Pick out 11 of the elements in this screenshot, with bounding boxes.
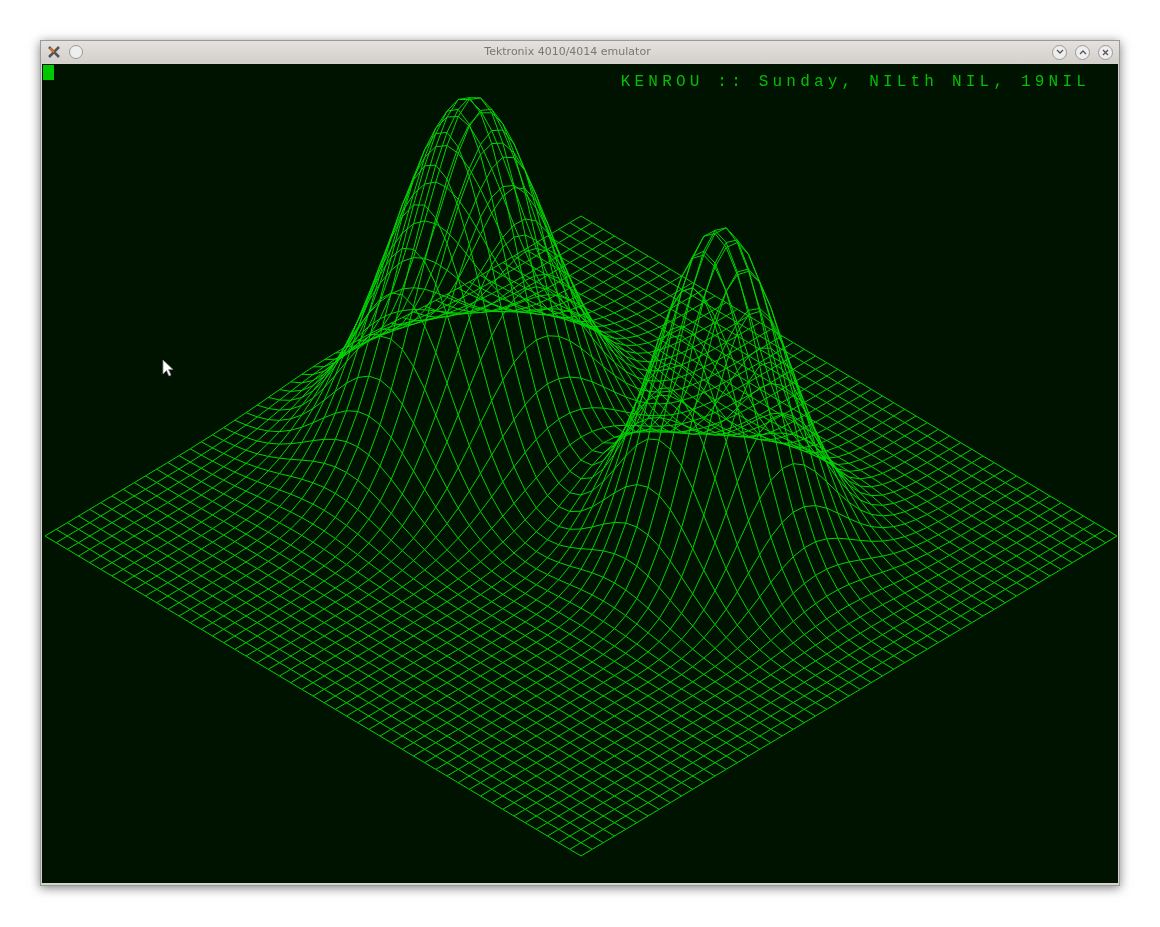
- block-cursor: [43, 65, 54, 80]
- window-title: Tektronix 4010/4014 emulator: [483, 43, 652, 60]
- chevron-up-icon: [1078, 49, 1087, 55]
- maximize-button[interactable]: [1075, 44, 1090, 60]
- chevron-down-icon: [1055, 49, 1064, 55]
- minimize-button[interactable]: [1052, 44, 1067, 60]
- close-button[interactable]: [1098, 44, 1113, 60]
- mouse-pointer-icon: [162, 359, 174, 377]
- app-icon: [47, 45, 61, 59]
- terminal-header-text: KENROU :: Sunday, NILth NIL, 19NIL: [620, 72, 1090, 93]
- close-icon: [1102, 48, 1109, 56]
